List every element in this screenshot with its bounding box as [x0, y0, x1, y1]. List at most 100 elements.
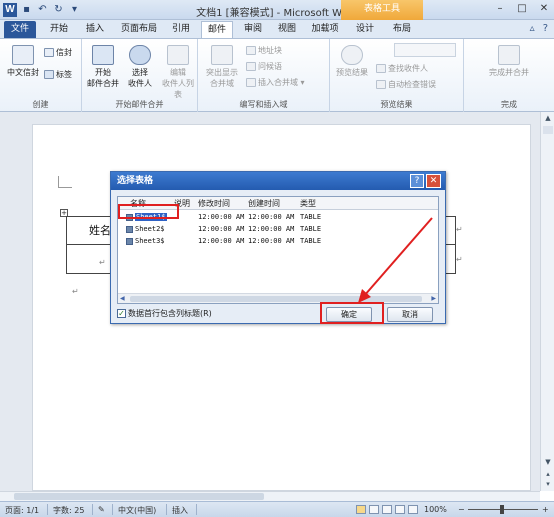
- chinese-envelope-button[interactable]: 中文信封: [6, 45, 40, 78]
- web-layout-view-icon[interactable]: [382, 505, 392, 514]
- tab-page-layout[interactable]: 页面布局: [116, 21, 162, 38]
- tab-design[interactable]: 设计: [350, 21, 380, 38]
- table-cell-name: 姓名: [89, 224, 111, 237]
- auto-check-errors-button[interactable]: 自动检查错误: [376, 79, 436, 90]
- ribbon-group-create: 中文信封 信封 标签 创建: [0, 39, 82, 112]
- horizontal-scrollbar[interactable]: [0, 491, 540, 501]
- finish-merge-icon: [498, 45, 520, 65]
- maximize-icon[interactable]: □: [516, 3, 528, 14]
- edit-recipient-list-button[interactable]: 编辑 收件人列表: [160, 45, 196, 100]
- title-bar: W ▪ ↶ ↻ ▾ 文档1 [兼容模式] - Microsoft Word 表格…: [0, 0, 554, 20]
- label-icon: [44, 70, 54, 79]
- preview-results-button[interactable]: 预览结果: [334, 45, 370, 78]
- group-label-create: 创建: [32, 100, 49, 109]
- table-tools-context-label: 表格工具: [341, 0, 423, 20]
- help-icon[interactable]: ?: [543, 23, 548, 34]
- insert-mode-indicator[interactable]: 插入: [172, 505, 188, 516]
- zoom-in-icon[interactable]: +: [542, 505, 549, 514]
- scroll-left-icon[interactable]: ◀: [120, 295, 125, 302]
- paragraph-mark: ↵: [99, 258, 106, 267]
- group-label-write-insert: 编写和插入域: [239, 100, 288, 109]
- header-row-checkbox[interactable]: ✓ 数据首行包含列标题(R): [117, 308, 212, 319]
- column-header-modified[interactable]: 修改时间: [198, 198, 230, 209]
- address-block-icon: [246, 46, 256, 55]
- magnifier-icon: [341, 45, 363, 65]
- envelope-icon: [12, 45, 34, 65]
- status-bar: 页面: 1/1 字数: 25 ✎ 中文(中国) 插入 100% − +: [0, 501, 554, 517]
- insert-field-icon: [246, 78, 256, 87]
- window-title: 文档1 [兼容模式] - Microsoft Word: [196, 8, 358, 19]
- group-label-start-merge: 开始邮件合并: [115, 100, 164, 109]
- dialog-help-icon[interactable]: ?: [410, 174, 424, 188]
- page-count[interactable]: 页面: 1/1: [5, 505, 39, 516]
- label-button[interactable]: 标签: [44, 69, 72, 80]
- annotation-highlight-sheet1: [118, 204, 179, 219]
- greeting-line-button[interactable]: 问候语: [246, 61, 282, 72]
- find-recipient-button[interactable]: 查找收件人: [376, 63, 428, 74]
- record-navigation-box[interactable]: [394, 43, 456, 57]
- annotation-highlight-ok: [320, 302, 384, 324]
- tab-view[interactable]: 视图: [272, 21, 302, 38]
- next-page-icon[interactable]: ▾: [543, 480, 553, 490]
- paragraph-mark: ↵: [456, 255, 463, 264]
- highlight-icon: [211, 45, 233, 65]
- tab-home[interactable]: 开始: [44, 21, 74, 38]
- mail-merge-icon: [92, 45, 114, 65]
- highlight-merge-fields-button[interactable]: 突出显示 合并域: [204, 45, 240, 89]
- table-row[interactable]: Sheet2$ 12:00:00 AM 12:00:00 AM TABLE: [118, 224, 438, 235]
- group-label-preview: 预览结果: [380, 100, 413, 109]
- cancel-button[interactable]: 取消: [387, 307, 433, 322]
- print-layout-view-icon[interactable]: [356, 505, 366, 514]
- outline-view-icon[interactable]: [395, 505, 405, 514]
- finish-and-merge-button[interactable]: 完成并合并: [484, 45, 534, 78]
- minimize-icon[interactable]: –: [494, 3, 506, 14]
- scroll-up-icon[interactable]: ▲: [543, 114, 553, 124]
- ruler-toggle-icon[interactable]: [543, 126, 553, 134]
- page-corner-mark: [58, 176, 72, 188]
- ribbon-group-preview: 预览结果 查找收件人 自动检查错误 预览结果: [330, 39, 464, 112]
- tab-file[interactable]: 文件: [4, 21, 36, 38]
- language-indicator[interactable]: 中文(中国): [118, 505, 156, 516]
- zoom-slider-thumb[interactable]: [500, 505, 504, 514]
- tab-references[interactable]: 引用: [166, 21, 196, 38]
- horizontal-scroll-thumb[interactable]: [14, 493, 264, 500]
- envelope-button[interactable]: 信封: [44, 47, 72, 58]
- prev-page-icon[interactable]: ▴: [543, 470, 553, 480]
- word-count[interactable]: 字数: 25: [53, 505, 84, 516]
- ribbon-tabs: 文件 开始 插入 页面布局 引用 邮件 审阅 视图 加载项 设计 布局 ▵ ?: [0, 20, 554, 39]
- tab-layout[interactable]: 布局: [387, 21, 417, 38]
- vertical-scrollbar[interactable]: ▲ ▼ ▴ ▾: [540, 112, 554, 491]
- group-label-finish: 完成: [501, 100, 517, 109]
- paragraph-mark: ↵: [72, 287, 79, 296]
- draft-view-icon[interactable]: [408, 505, 418, 514]
- find-icon: [376, 64, 386, 73]
- edit-list-icon: [167, 45, 189, 65]
- ribbon-group-write-insert: 突出显示 合并域 地址块 问候语 插入合并域 ▾ 编写和插入域: [198, 39, 330, 112]
- dialog-title: 选择表格: [111, 172, 445, 190]
- table-row[interactable]: Sheet3$ 12:00:00 AM 12:00:00 AM TABLE: [118, 236, 438, 247]
- zoom-level[interactable]: 100%: [424, 505, 447, 514]
- close-icon[interactable]: ✕: [538, 3, 550, 14]
- envelope-small-icon: [44, 48, 54, 57]
- tab-review[interactable]: 审阅: [238, 21, 268, 38]
- column-header-created[interactable]: 创建时间: [248, 198, 280, 209]
- list-horizontal-scrollbar[interactable]: ◀ ▶: [118, 293, 438, 303]
- tab-mailings[interactable]: 邮件: [201, 21, 233, 38]
- scroll-down-icon[interactable]: ▼: [543, 458, 553, 468]
- table-icon: [126, 237, 133, 245]
- scroll-right-icon[interactable]: ▶: [431, 295, 436, 302]
- dialog-close-icon[interactable]: ✕: [426, 174, 441, 188]
- address-block-button[interactable]: 地址块: [246, 45, 282, 56]
- full-screen-reading-view-icon[interactable]: [369, 505, 379, 514]
- collapse-ribbon-icon[interactable]: ▵: [530, 23, 535, 34]
- start-mail-merge-button[interactable]: 开始 邮件合并: [86, 45, 120, 89]
- column-header-type[interactable]: 类型: [300, 198, 316, 209]
- proofing-icon[interactable]: ✎: [98, 505, 105, 514]
- zoom-out-icon[interactable]: −: [458, 505, 465, 514]
- tab-insert[interactable]: 插入: [80, 21, 110, 38]
- recipients-icon: [129, 45, 151, 65]
- insert-merge-field-button[interactable]: 插入合并域 ▾: [246, 77, 305, 88]
- checkbox-checked-icon[interactable]: ✓: [117, 309, 126, 318]
- tab-addins[interactable]: 加载项: [307, 21, 343, 38]
- select-recipients-button[interactable]: 选择 收件人: [122, 45, 158, 89]
